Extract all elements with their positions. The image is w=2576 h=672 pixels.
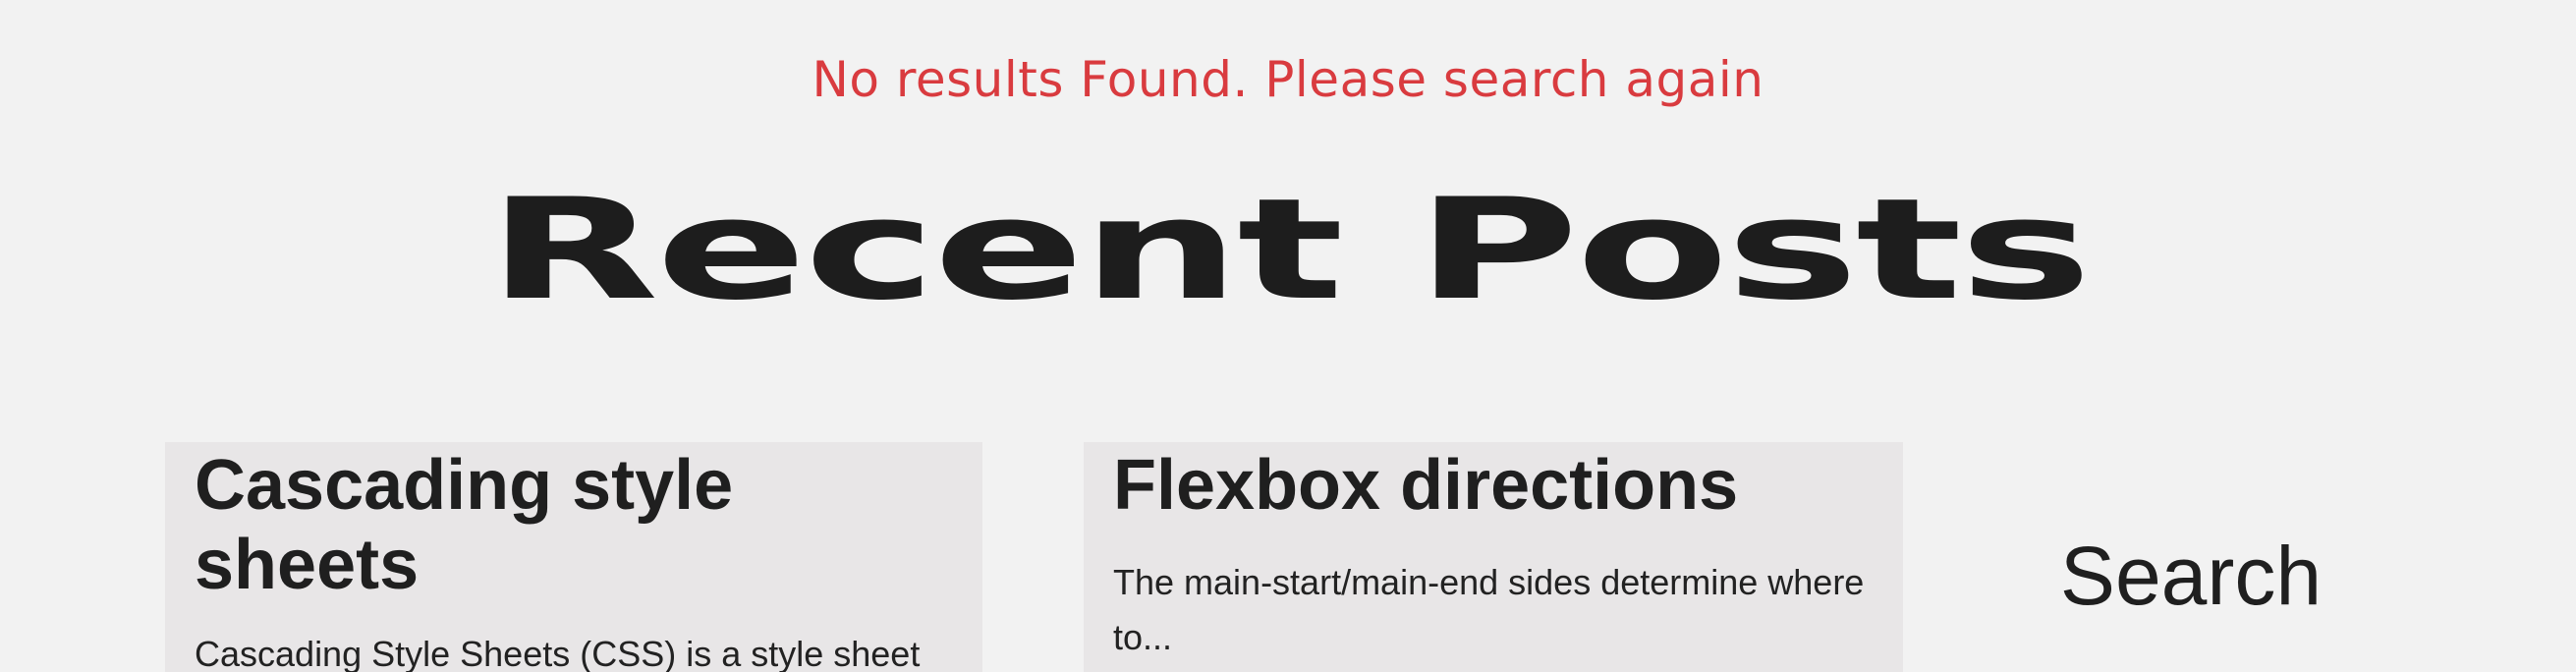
post-card[interactable]: Flexbox directions The main-start/main-e… xyxy=(1084,442,1903,672)
post-title[interactable]: Cascading style sheets xyxy=(195,442,953,605)
no-results-message: No results Found. Please search again xyxy=(812,51,1764,108)
post-title[interactable]: Flexbox directions xyxy=(1113,442,1874,526)
page: No results Found. Please search again Re… xyxy=(0,0,2576,672)
post-excerpt: The main-start/main-end sides determine … xyxy=(1113,562,1865,657)
post-excerpt: Cascading Style Sheets (CSS) is a style … xyxy=(195,634,921,672)
post-card[interactable]: Cascading style sheets Cascading Style S… xyxy=(165,442,982,672)
search-widget-heading: Search xyxy=(2059,530,2323,622)
page-title: Recent Posts xyxy=(486,169,2093,331)
